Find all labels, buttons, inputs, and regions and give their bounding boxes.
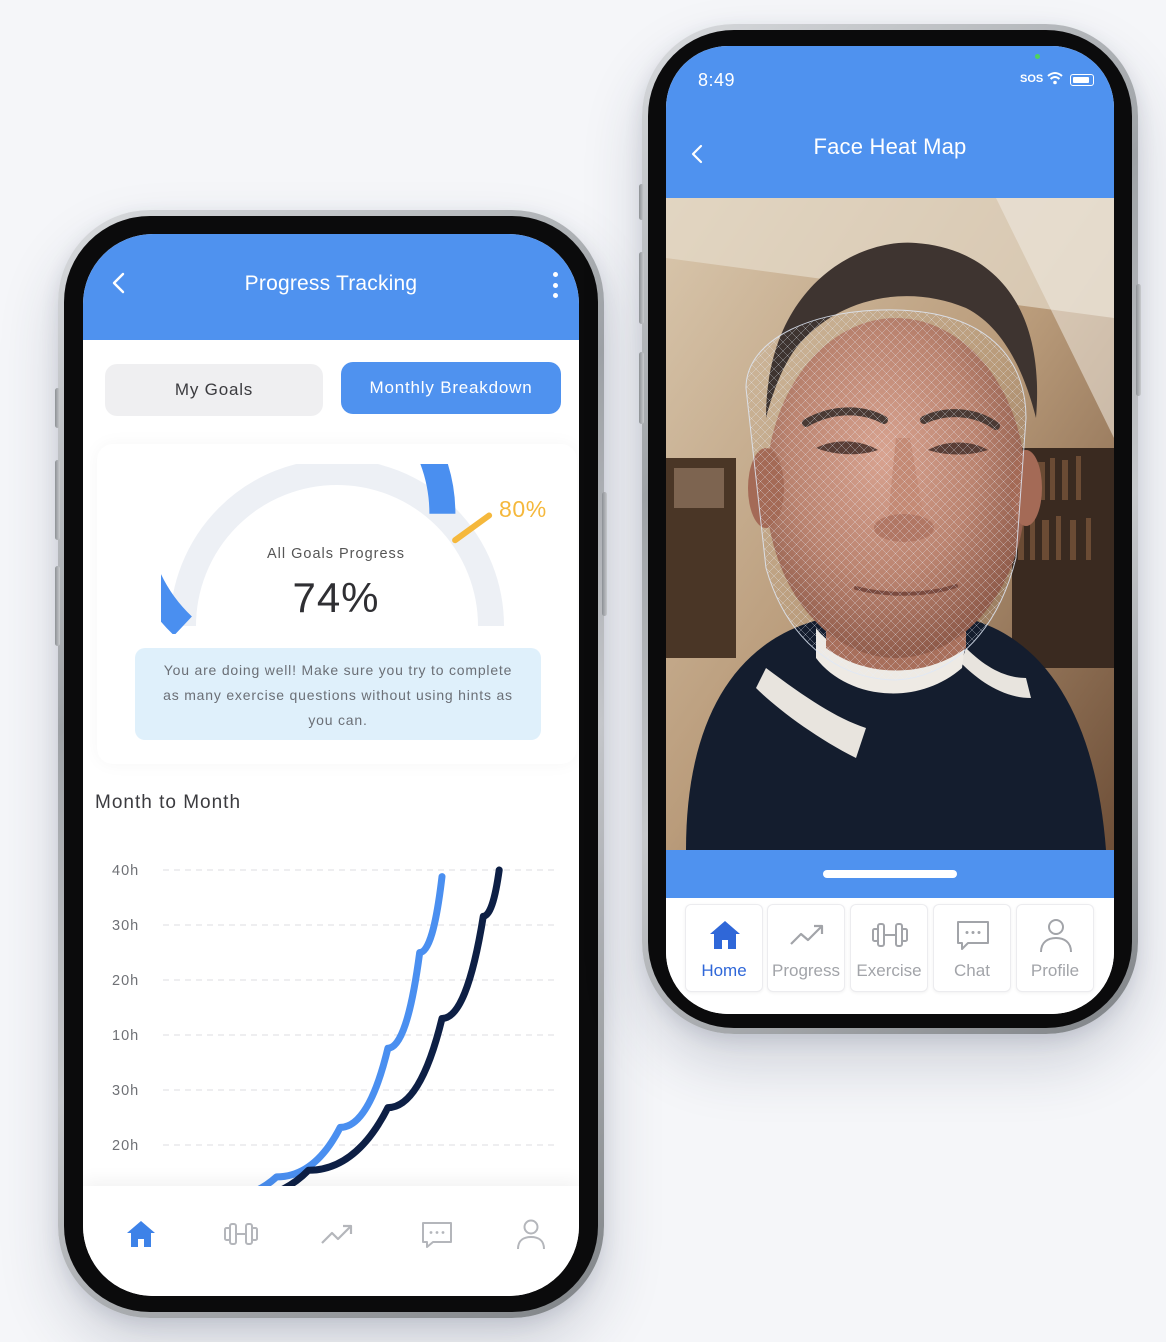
app-header: Progress Tracking xyxy=(83,234,579,340)
bottom-navigation: Home Progress Exercise Chat Profile xyxy=(666,898,1114,1014)
bottom-navigation xyxy=(83,1186,579,1296)
chat-icon xyxy=(957,921,989,950)
app-header: Face Heat Map xyxy=(666,106,1114,198)
nav-label: Chat xyxy=(954,961,990,980)
progress-phone: Progress Tracking My Goals Monthly Break… xyxy=(55,210,607,1318)
side-button xyxy=(55,388,60,428)
y-tick-label: 40h xyxy=(112,863,139,879)
chat-icon[interactable] xyxy=(419,1216,455,1252)
power-button xyxy=(1136,284,1141,396)
trend-icon[interactable] xyxy=(319,1216,355,1252)
nav-profile[interactable]: Profile xyxy=(1016,904,1094,992)
face-heatmap-screen: 8:49 SOS Face Heat Map Home Progress Exe… xyxy=(666,46,1114,1014)
page-title: Face Heat Map xyxy=(813,134,967,159)
tab-my-goals[interactable]: My Goals xyxy=(105,364,323,416)
nav-label: Profile xyxy=(1030,961,1080,980)
line-chart: 40h30h20h10h30h20h10h xyxy=(112,863,559,1209)
camera-active-indicator xyxy=(1035,54,1040,59)
face-heatmap-phone: 8:49 SOS Face Heat Map Home Progress Exe… xyxy=(639,24,1141,1034)
camera-feed xyxy=(666,198,1114,850)
tab-monthly-breakdown[interactable]: Monthly Breakdown xyxy=(341,362,561,414)
nav-progress[interactable]: Progress xyxy=(767,904,845,992)
y-tick-label: 20h xyxy=(112,1138,139,1154)
trend-icon xyxy=(790,924,824,945)
gauge-caption: All Goals Progress xyxy=(266,546,406,562)
encouragement-tip: You are doing well! Make sure you try to… xyxy=(135,648,541,740)
y-tick-label: 10h xyxy=(112,1028,139,1044)
y-tick-label: 20h xyxy=(112,973,139,989)
battery-icon xyxy=(1070,74,1094,86)
section-title: Month to Month xyxy=(95,792,242,813)
nav-chat[interactable]: Chat xyxy=(933,904,1011,992)
y-tick-label: 30h xyxy=(112,918,139,934)
y-tick-label: 30h xyxy=(112,1083,139,1099)
gauge-percentage: 74% xyxy=(292,574,380,621)
home-icon xyxy=(710,921,740,949)
side-button xyxy=(639,184,644,220)
power-button xyxy=(602,492,607,616)
nav-label: Home xyxy=(701,961,747,980)
nav-label: Exercise xyxy=(856,961,922,980)
nav-label: Progress xyxy=(771,961,841,980)
face-photo xyxy=(666,198,1114,850)
profile-icon[interactable] xyxy=(513,1216,549,1252)
nav-exercise[interactable]: Exercise xyxy=(850,904,928,992)
drag-handle[interactable] xyxy=(823,870,957,878)
status-bar: 8:49 SOS xyxy=(666,46,1114,106)
volume-up-button xyxy=(639,252,644,324)
home-icon[interactable] xyxy=(123,1216,159,1252)
sos-indicator: SOS xyxy=(1020,73,1044,85)
goals-progress-card: 80% All Goals Progress 74% You are doing… xyxy=(97,444,577,764)
gauge-target-label: 80% xyxy=(499,496,547,522)
wifi-icon xyxy=(1047,72,1063,85)
volume-down-button xyxy=(55,566,60,646)
camera-bottom-bar xyxy=(666,850,1114,898)
more-options-icon[interactable] xyxy=(551,272,559,298)
volume-up-button xyxy=(55,460,60,540)
tab-group: My Goals Monthly Breakdown xyxy=(105,362,561,416)
dumbbell-icon xyxy=(872,923,908,947)
month-to-month-chart: 40h30h20h10h30h20h10h xyxy=(95,840,573,1210)
progress-screen: Progress Tracking My Goals Monthly Break… xyxy=(83,234,579,1296)
dumbbell-icon[interactable] xyxy=(223,1216,259,1252)
page-title: Progress Tracking xyxy=(244,272,418,295)
profile-icon xyxy=(1040,919,1072,953)
nav-home[interactable]: Home xyxy=(685,904,763,992)
volume-down-button xyxy=(639,352,644,424)
status-time: 8:49 xyxy=(698,70,736,90)
